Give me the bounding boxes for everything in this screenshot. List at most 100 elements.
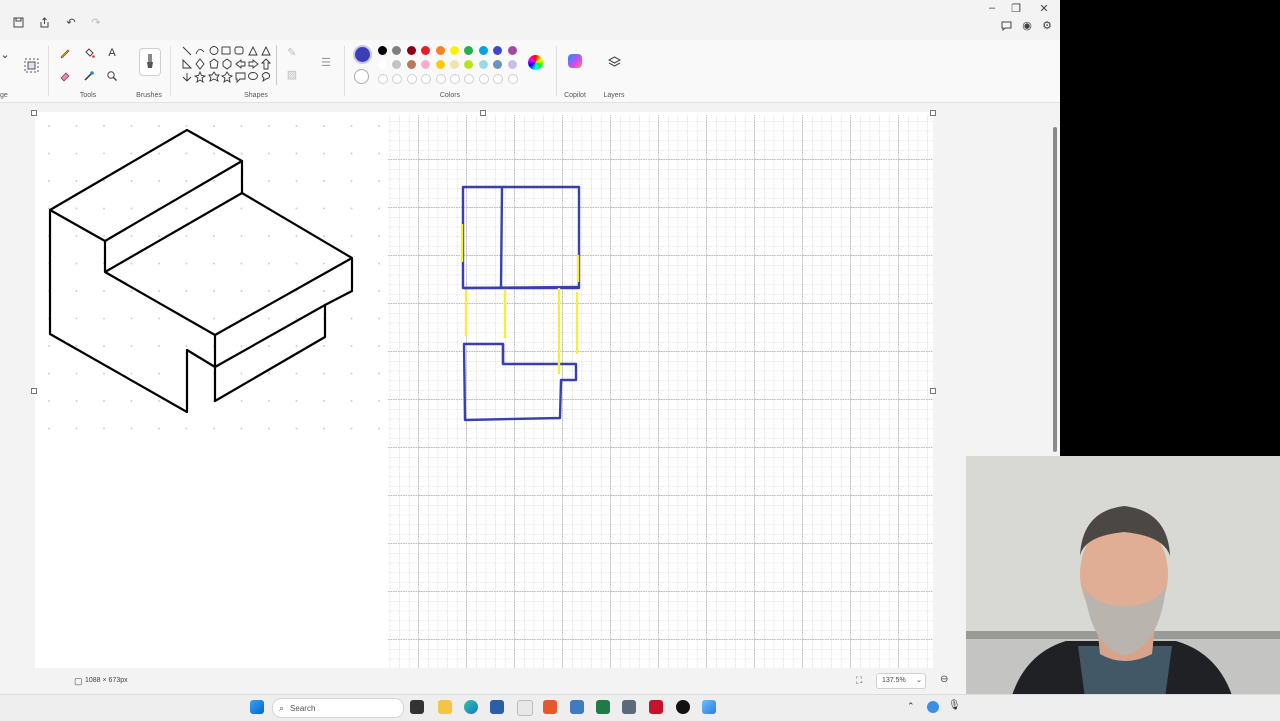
snipping-tool-icon[interactable] [517,700,533,716]
color-swatch[interactable] [392,46,402,55]
custom-color-slot[interactable] [406,74,417,84]
edge-icon[interactable] [464,700,478,714]
fit-to-window-icon[interactable]: ⛶ [856,675,862,686]
store-icon[interactable] [490,700,504,714]
shapes-group-label: Shapes [244,92,268,99]
resize-handle[interactable] [480,110,486,116]
drawing-canvas[interactable] [35,112,933,668]
close-icon[interactable]: ✕ [1036,0,1052,16]
custom-color-slot[interactable] [392,74,403,84]
eraser-icon[interactable] [57,68,73,84]
shapes-gallery-icon[interactable] [179,44,275,88]
layers-icon[interactable] [606,54,622,70]
copilot-icon[interactable] [568,54,582,68]
paint-app-icon[interactable] [702,700,716,714]
canvas-size-text: 1088 × 673px [85,677,128,684]
shapes-group: ✎ ▨ ☰ Shapes [176,40,336,102]
custom-color-slot[interactable] [464,74,475,84]
color-swatch[interactable] [435,46,445,55]
start-icon[interactable] [250,700,264,714]
custom-color-slot[interactable] [435,74,446,84]
image-dropdown-icon[interactable]: ⌄ [0,46,10,62]
color-swatch[interactable] [478,60,488,69]
settings-gear-icon[interactable]: ⚙ [1039,17,1055,33]
shapes-scroll-divider [276,45,277,85]
save-icon[interactable] [10,14,26,30]
color-swatch[interactable] [378,46,387,55]
color-swatch[interactable] [507,46,517,55]
search-placeholder: Search [290,703,316,713]
webcam-overlay [966,456,1280,720]
shape-fill-icon[interactable]: ▨ [284,66,300,82]
brushes-group-label: Brushes [136,92,162,99]
color-swatch[interactable] [493,46,503,55]
color-swatch[interactable] [435,60,445,69]
zoom-out-icon[interactable]: ⊖ [940,674,948,685]
color-swatch[interactable] [464,46,474,55]
tray-chevron-icon[interactable]: ⌃ [907,701,915,712]
secondary-color-swatch[interactable] [354,69,369,84]
tools-group-label: Tools [79,92,97,99]
color-swatch[interactable] [392,60,402,69]
color-picker-icon[interactable] [81,68,97,84]
text-icon[interactable]: A [104,45,120,61]
custom-color-slot[interactable] [478,74,489,84]
custom-color-slot[interactable] [450,74,460,84]
edit-colors-icon[interactable] [528,55,543,70]
primary-color-swatch[interactable] [353,45,372,64]
microphone-icon[interactable]: 🎙 [948,700,961,711]
color-swatch[interactable] [450,46,459,55]
custom-color-slot[interactable] [493,74,504,84]
undo-icon[interactable]: ↶ [63,14,79,30]
color-swatch[interactable] [464,60,474,69]
share-icon[interactable] [36,14,52,30]
pencil-icon[interactable] [57,45,73,61]
vertical-scrollbar[interactable] [1053,127,1057,452]
chevron-down-icon: ⌄ [916,677,922,684]
resize-handle[interactable] [930,110,936,116]
app-icon[interactable] [622,700,636,714]
file-explorer-icon[interactable] [438,700,452,714]
powerpoint-icon[interactable] [543,700,557,714]
excel-icon[interactable] [596,700,610,714]
colors-group-label: Colors [439,92,461,99]
resize-handle[interactable] [31,110,37,116]
copilot-group-label: Copilot [564,92,586,99]
color-swatch[interactable] [478,46,488,55]
color-swatch[interactable] [507,60,517,69]
shape-size-icon[interactable]: ☰ [318,54,334,70]
outline-icon[interactable]: ✎ [284,44,300,60]
custom-color-slot[interactable] [507,74,518,84]
canvas-area [0,103,1054,668]
search-icon: ⌕ [279,702,285,713]
color-swatch[interactable] [421,46,431,55]
acrobat-icon[interactable] [649,700,663,714]
redo-icon[interactable]: ↷ [88,14,104,30]
color-swatch[interactable] [406,46,416,55]
recorder-icon[interactable] [676,700,690,714]
color-swatch[interactable] [421,60,431,69]
color-swatch[interactable] [450,60,459,69]
copilot-group: Copilot [560,40,590,102]
onedrive-icon[interactable] [927,701,939,713]
color-swatch[interactable] [406,60,416,69]
minimize-icon[interactable]: – [984,0,1000,16]
feedback-icon[interactable] [998,17,1014,33]
account-icon[interactable]: ◉ [1019,17,1035,33]
color-swatch[interactable] [378,60,387,69]
task-view-icon[interactable] [410,700,424,714]
custom-color-slot[interactable] [421,74,432,84]
zoom-select[interactable]: 137.5% ⌄ [876,673,926,689]
select-icon[interactable] [22,56,40,74]
color-swatch[interactable] [493,60,503,69]
magnifier-icon[interactable] [104,68,120,84]
taskbar-search[interactable]: ⌕ Search [272,698,404,718]
custom-color-slot[interactable] [378,74,388,84]
fill-bucket-icon[interactable] [81,45,97,61]
resize-handle[interactable] [930,388,936,394]
title-bar: ↶ ↷ – ❐ ✕ ◉ ⚙ [0,0,1060,40]
brush-icon[interactable] [139,48,161,76]
resize-handle[interactable] [31,388,37,394]
calculator-icon[interactable] [570,700,584,714]
maximize-icon[interactable]: ❐ [1008,0,1024,16]
